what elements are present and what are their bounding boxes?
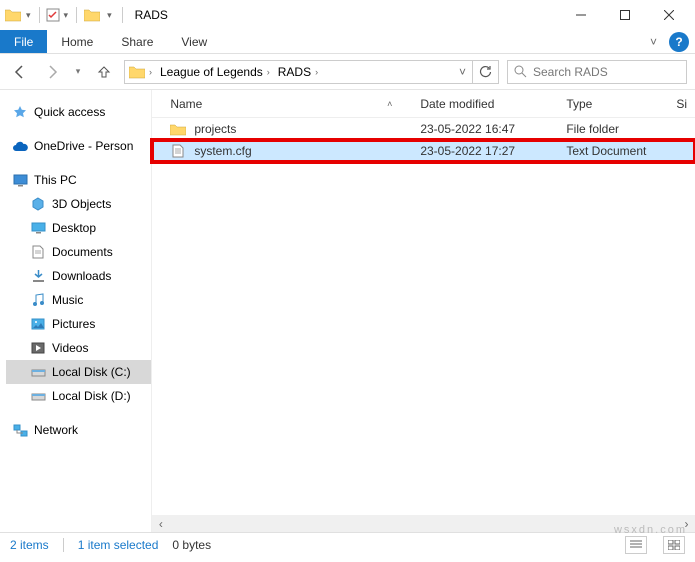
video-icon — [30, 340, 46, 356]
drive-icon — [30, 364, 46, 380]
qat-overflow-icon[interactable]: ▾ — [103, 10, 116, 21]
star-icon — [12, 104, 28, 120]
qat-properties-icon[interactable] — [46, 8, 60, 22]
forward-button[interactable] — [40, 60, 64, 84]
nav-local-disk-d[interactable]: Local Disk (D:) — [6, 384, 151, 408]
nav-documents[interactable]: Documents — [6, 240, 151, 264]
picture-icon — [30, 316, 46, 332]
text-file-icon — [170, 143, 186, 159]
search-input[interactable]: Search RADS — [507, 60, 687, 84]
status-item-count: 2 items — [10, 538, 49, 552]
watermark: wsxdn.com — [614, 524, 687, 536]
window-title: RADS — [135, 8, 168, 22]
breadcrumb-current[interactable]: RADS › — [276, 65, 324, 79]
status-selected-count: 1 item selected — [78, 538, 159, 552]
pc-icon — [12, 172, 28, 188]
qat-dropdown2-icon[interactable]: ▾ — [62, 10, 71, 21]
up-button[interactable] — [92, 60, 116, 84]
nav-quick-access[interactable]: Quick access — [6, 100, 151, 124]
back-button[interactable] — [8, 60, 32, 84]
address-bar[interactable]: › League of Legends › RADS › ˅ — [124, 60, 499, 84]
cube-icon — [30, 196, 46, 212]
share-tab[interactable]: Share — [107, 30, 167, 53]
navigation-bar: ▾ › League of Legends › RADS › ˅ Search … — [0, 54, 695, 90]
nav-desktop[interactable]: Desktop — [6, 216, 151, 240]
refresh-button[interactable] — [472, 60, 496, 84]
home-tab[interactable]: Home — [47, 30, 107, 53]
column-name[interactable]: Name˄ — [162, 97, 412, 111]
status-bar: 2 items 1 item selected 0 bytes — [0, 532, 695, 556]
column-size[interactable]: Si — [668, 97, 695, 111]
nav-local-disk-c[interactable]: Local Disk (C:) — [6, 360, 151, 384]
qat-newfolder-icon[interactable] — [83, 6, 101, 24]
column-headers[interactable]: Name˄ Date modified Type Si — [152, 90, 695, 118]
nav-network[interactable]: Network — [6, 418, 151, 442]
search-placeholder: Search RADS — [533, 65, 608, 79]
breadcrumb-parent[interactable]: League of Legends › — [158, 65, 276, 79]
download-icon — [30, 268, 46, 284]
cloud-icon — [12, 138, 28, 154]
help-button[interactable]: ? — [669, 32, 689, 52]
close-button[interactable] — [647, 0, 691, 30]
nav-downloads[interactable]: Downloads — [6, 264, 151, 288]
folder-icon — [170, 121, 186, 137]
status-size: 0 bytes — [172, 538, 211, 552]
nav-music[interactable]: Music — [6, 288, 151, 312]
breadcrumb-root-icon[interactable]: › — [127, 65, 158, 79]
view-tab[interactable]: View — [167, 30, 221, 53]
sort-asc-icon: ˄ — [387, 99, 392, 109]
network-icon — [12, 422, 28, 438]
address-dropdown-icon[interactable]: ˅ — [453, 65, 472, 79]
recent-dropdown-icon[interactable]: ▾ — [72, 60, 84, 84]
icons-view-button[interactable] — [663, 536, 685, 554]
file-row-folder[interactable]: projects 23-05-2022 16:47 File folder — [152, 118, 695, 140]
file-row-selected[interactable]: system.cfg 23-05-2022 17:27 Text Documen… — [152, 140, 695, 162]
ribbon-tabs: File Home Share View ˅ ? — [0, 30, 695, 54]
minimize-button[interactable] — [559, 0, 603, 30]
scroll-left-icon[interactable]: ‹ — [152, 515, 169, 532]
document-icon — [30, 244, 46, 260]
file-tab[interactable]: File — [0, 30, 47, 53]
search-icon — [514, 65, 527, 78]
music-icon — [30, 292, 46, 308]
nav-videos[interactable]: Videos — [6, 336, 151, 360]
desktop-icon — [30, 220, 46, 236]
app-folder-icon — [4, 6, 22, 24]
drive-icon — [30, 388, 46, 404]
nav-onedrive[interactable]: OneDrive - Person — [6, 134, 151, 158]
title-bar: ▾ ▾ ▾ RADS — [0, 0, 695, 30]
maximize-button[interactable] — [603, 0, 647, 30]
navigation-pane: Quick access OneDrive - Person This PC 3… — [0, 90, 151, 532]
file-list: Name˄ Date modified Type Si projects 23-… — [151, 90, 695, 532]
details-view-button[interactable] — [625, 536, 647, 554]
qat-dropdown-icon[interactable]: ▾ — [24, 10, 33, 21]
column-type[interactable]: Type — [558, 97, 668, 111]
nav-this-pc[interactable]: This PC — [6, 168, 151, 192]
nav-pictures[interactable]: Pictures — [6, 312, 151, 336]
ribbon-expand-icon[interactable]: ˅ — [644, 30, 663, 53]
nav-3d-objects[interactable]: 3D Objects — [6, 192, 151, 216]
column-date[interactable]: Date modified — [412, 97, 558, 111]
